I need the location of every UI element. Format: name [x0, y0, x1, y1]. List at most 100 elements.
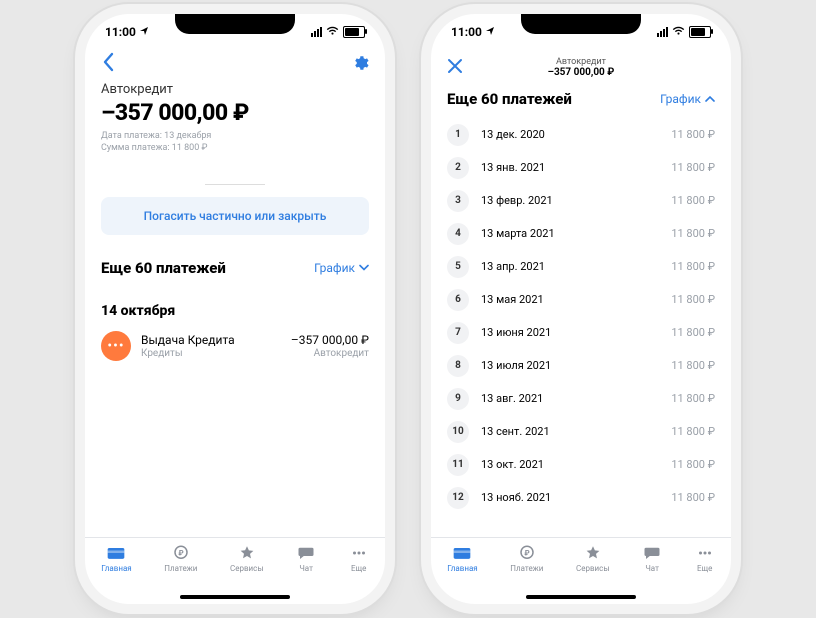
schedule-row-amount: 11 800 ₽ [671, 293, 715, 306]
transaction-amount: –357 000,00 ₽ [291, 333, 369, 347]
schedule-collapse-link[interactable]: График [660, 92, 715, 106]
schedule-row-date: 13 февр. 2021 [481, 194, 671, 207]
star-icon [237, 544, 257, 562]
schedule-row-date: 13 дек. 2020 [481, 128, 671, 141]
schedule-row-date: 13 июня 2021 [481, 326, 671, 339]
signal-icon [311, 27, 322, 37]
schedule-row[interactable]: 4 13 марта 202111 800 ₽ [447, 217, 715, 250]
meta-payment-amount: Сумма платежа: 11 800 ₽ [101, 142, 369, 154]
home-indicator[interactable] [526, 595, 636, 599]
meta-payment-date: Дата платежа: 13 декабря [101, 130, 369, 142]
tab-bar: Главная ₽ Платежи Сервисы Чат Еще [431, 537, 731, 604]
chevron-down-icon [359, 261, 369, 275]
schedule-row-number: 6 [447, 289, 469, 311]
schedule-row-amount: 11 800 ₽ [671, 359, 715, 372]
tab-home[interactable]: Главная [101, 544, 131, 573]
schedule-row-date: 13 сент. 2021 [481, 425, 671, 438]
schedule-row-amount: 11 800 ₽ [671, 326, 715, 339]
tab-home-label: Главная [447, 564, 477, 573]
transaction-subtitle: Кредиты [141, 348, 281, 359]
divider [205, 184, 265, 185]
schedule-row[interactable]: 513 апр. 202111 800 ₽ [447, 250, 715, 283]
more-icon [349, 544, 369, 562]
header-amount: –357 000,00 ₽ [447, 67, 715, 78]
schedule-row-number: 2 [447, 157, 469, 179]
schedule-row[interactable]: 6 13 мая 202111 800 ₽ [447, 283, 715, 316]
card-icon [452, 544, 472, 562]
tab-payments-label: Платежи [510, 564, 543, 573]
chat-icon [296, 544, 316, 562]
schedule-link[interactable]: График [314, 261, 369, 275]
schedule-row-date: 13 мая 2021 [481, 293, 671, 306]
repay-button[interactable]: Погасить частично или закрыть [101, 197, 369, 235]
schedule-row[interactable]: 213 янв. 202111 800 ₽ [447, 151, 715, 184]
location-icon [485, 25, 495, 39]
schedule-row[interactable]: 8 13 июля 202111 800 ₽ [447, 349, 715, 382]
close-button[interactable] [447, 55, 463, 79]
schedule-row-number: 10 [447, 421, 469, 443]
account-title: Автокредит [101, 82, 369, 97]
tab-services-label: Сервисы [230, 564, 264, 573]
tab-more-label: Еще [351, 564, 366, 573]
schedule-row-amount: 11 800 ₽ [671, 260, 715, 273]
schedule-row-number: 4 [447, 223, 469, 245]
account-balance: –357 000,00 ₽ [101, 99, 369, 126]
schedule-row[interactable]: 1 13 дек. 202011 800 ₽ [447, 118, 715, 151]
schedule-row-amount: 11 800 ₽ [671, 392, 715, 405]
transaction-title: Выдача Кредита [141, 333, 281, 347]
tab-services[interactable]: Сервисы [576, 544, 610, 573]
chat-icon [642, 544, 662, 562]
schedule-list: 113 дек. 202011 800 ₽213 янв. 202111 800… [447, 118, 715, 514]
settings-button[interactable] [351, 54, 369, 76]
schedule-row-amount: 11 800 ₽ [671, 194, 715, 207]
phone-right: 11:00 Автокредит [431, 14, 731, 604]
status-time: 11:00 [105, 25, 136, 39]
tab-payments[interactable]: ₽ Платежи [510, 544, 543, 573]
schedule-row[interactable]: 1213 нояб. 202111 800 ₽ [447, 481, 715, 514]
battery-icon [689, 26, 711, 38]
wifi-icon [672, 25, 685, 39]
schedule-row[interactable]: 913 авг. 202111 800 ₽ [447, 382, 715, 415]
schedule-row-date: 13 июля 2021 [481, 359, 671, 372]
tab-home[interactable]: Главная [447, 544, 477, 573]
signal-icon [657, 27, 668, 37]
tab-more-label: Еще [697, 564, 712, 573]
transaction-icon: ••• [101, 331, 131, 361]
home-indicator[interactable] [180, 595, 290, 599]
tab-chat[interactable]: Чат [642, 544, 662, 573]
schedule-row-number: 12 [447, 487, 469, 509]
schedule-row[interactable]: 7 13 июня 202111 800 ₽ [447, 316, 715, 349]
tab-services[interactable]: Сервисы [230, 544, 264, 573]
schedule-row[interactable]: 10 13 сент. 202111 800 ₽ [447, 415, 715, 448]
svg-text:₽: ₽ [524, 548, 530, 557]
tab-chat[interactable]: Чат [296, 544, 316, 573]
schedule-row-date: 13 марта 2021 [481, 227, 671, 240]
phone-left: 11:00 [85, 14, 385, 604]
ruble-icon: ₽ [517, 544, 537, 562]
account-meta: Дата платежа: 13 декабря Сумма платежа: … [101, 130, 369, 154]
wifi-icon [326, 25, 339, 39]
schedule-row-amount: 11 800 ₽ [671, 425, 715, 438]
schedule-link-label: График [314, 261, 355, 275]
tab-more[interactable]: Еще [349, 544, 369, 573]
tab-chat-label: Чат [299, 564, 313, 573]
transaction-row[interactable]: ••• Выдача Кредита Кредиты –357 000,00 ₽… [101, 331, 369, 361]
schedule-row-date: 13 авг. 2021 [481, 392, 671, 405]
tab-bar: Главная ₽ Платежи Сервисы Чат Еще [85, 537, 385, 604]
schedule-row[interactable]: 1113 окт. 202111 800 ₽ [447, 448, 715, 481]
back-button[interactable] [101, 52, 115, 78]
schedule-row-number: 1 [447, 124, 469, 146]
tab-payments[interactable]: ₽ Платежи [164, 544, 197, 573]
schedule-row-amount: 11 800 ₽ [671, 128, 715, 141]
more-icon [695, 544, 715, 562]
schedule-row-number: 8 [447, 355, 469, 377]
schedule-row-number: 7 [447, 322, 469, 344]
schedule-row-amount: 11 800 ₽ [671, 227, 715, 240]
schedule-row[interactable]: 313 февр. 202111 800 ₽ [447, 184, 715, 217]
schedule-row-date: 13 окт. 2021 [481, 458, 671, 471]
tab-more[interactable]: Еще [695, 544, 715, 573]
schedule-row-amount: 11 800 ₽ [671, 161, 715, 174]
chevron-up-icon [705, 92, 715, 106]
tab-home-label: Главная [101, 564, 131, 573]
tab-chat-label: Чат [645, 564, 659, 573]
